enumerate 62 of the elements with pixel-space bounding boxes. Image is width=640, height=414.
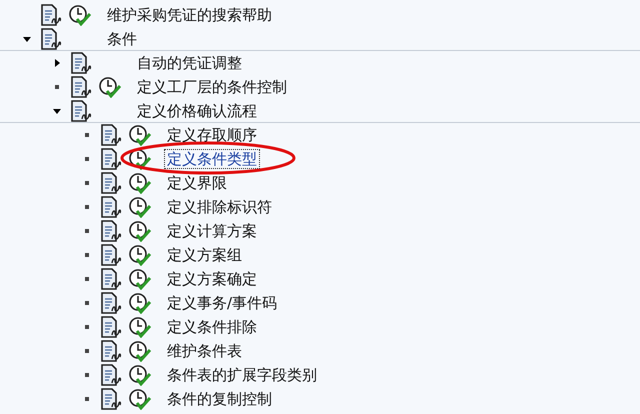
document-icon[interactable] [100, 340, 122, 362]
document-icon[interactable] [40, 4, 62, 26]
bullet-icon [85, 325, 89, 329]
tree-node-label[interactable]: 定义条件类型 [164, 149, 260, 169]
bullet-icon [85, 397, 89, 401]
bullet-icon [85, 277, 89, 281]
clock-check-icon[interactable] [128, 244, 152, 266]
document-icon[interactable] [100, 292, 122, 314]
bullet-icon [85, 373, 89, 377]
bullet-icon [85, 181, 89, 185]
bullet-icon [85, 253, 89, 257]
bullet-icon [85, 301, 89, 305]
expand-toggle-icon[interactable] [52, 58, 62, 68]
clock-check-icon[interactable] [128, 172, 152, 194]
tree-node-label[interactable]: 定义排除标识符 [164, 197, 275, 217]
tree-node-label[interactable]: 定义工厂层的条件控制 [134, 77, 290, 97]
tree-node-label[interactable]: 维护条件表 [164, 341, 245, 361]
tree-node-label[interactable]: 定义价格确认流程 [134, 100, 260, 120]
clock-check-icon[interactable] [128, 340, 152, 362]
document-icon[interactable] [100, 388, 122, 410]
document-icon[interactable] [40, 28, 62, 50]
tree-node-label[interactable]: 定义事务/事件码 [164, 293, 280, 313]
document-icon[interactable] [70, 76, 92, 98]
tree-node-label[interactable]: 定义条件排除 [164, 317, 260, 337]
document-icon[interactable] [100, 268, 122, 290]
clock-check-icon[interactable] [128, 220, 152, 242]
document-icon[interactable] [100, 244, 122, 266]
document-icon[interactable] [100, 148, 122, 170]
clock-check-icon[interactable] [128, 268, 152, 290]
tree-node-label[interactable]: 定义界限 [164, 173, 230, 193]
bullet-icon [55, 85, 59, 89]
tree-node-label[interactable]: 自动的凭证调整 [134, 53, 245, 73]
clock-check-icon[interactable] [68, 4, 92, 26]
bullet-icon [85, 349, 89, 353]
bullet-icon [85, 229, 89, 233]
clock-check-icon[interactable] [98, 76, 122, 98]
tree-node-label[interactable]: 维护采购凭证的搜索帮助 [104, 5, 275, 25]
document-icon[interactable] [70, 52, 92, 74]
bullet-icon [85, 157, 89, 161]
tree-node-label[interactable]: 条件的复制控制 [164, 389, 275, 409]
clock-check-icon[interactable] [128, 388, 152, 410]
document-icon[interactable] [100, 364, 122, 386]
clock-check-icon[interactable] [128, 196, 152, 218]
document-icon[interactable] [100, 172, 122, 194]
clock-check-icon[interactable] [128, 148, 152, 170]
document-icon[interactable] [100, 124, 122, 146]
document-icon[interactable] [70, 100, 92, 122]
clock-check-icon[interactable] [128, 316, 152, 338]
bullet-icon [85, 205, 89, 209]
clock-check-icon[interactable] [128, 292, 152, 314]
clock-check-icon[interactable] [128, 124, 152, 146]
tree-node-label[interactable]: 条件 [104, 28, 140, 48]
tree-node-label[interactable]: 定义方案确定 [164, 269, 260, 289]
tree-node-label[interactable]: 定义存取顺序 [164, 125, 260, 145]
document-icon[interactable] [100, 220, 122, 242]
bullet-icon [85, 133, 89, 137]
document-icon[interactable] [100, 196, 122, 218]
tree-node-label[interactable]: 定义方案组 [164, 245, 245, 265]
clock-check-icon[interactable] [128, 364, 152, 386]
tree-node-label[interactable]: 定义计算方案 [164, 221, 260, 241]
tree-node-label[interactable]: 条件表的扩展字段类别 [164, 365, 320, 385]
document-icon[interactable] [100, 316, 122, 338]
